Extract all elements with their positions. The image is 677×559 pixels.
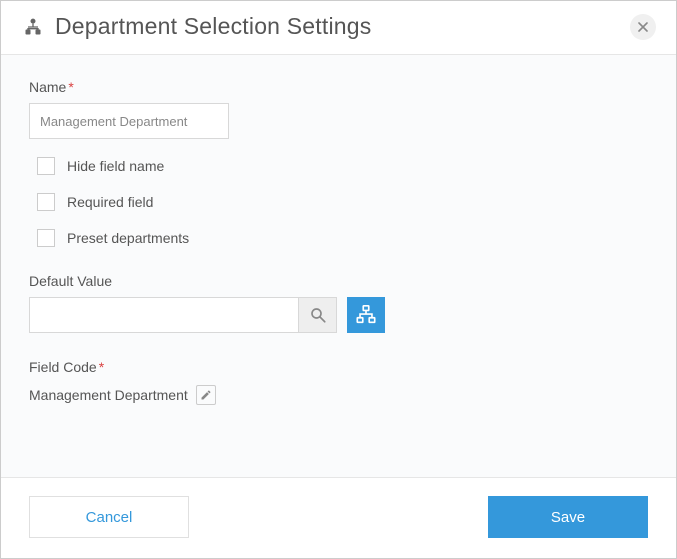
hide-field-label: Hide field name xyxy=(67,158,164,174)
checkbox-row-preset: Preset departments xyxy=(37,229,648,247)
dialog-header: Department Selection Settings xyxy=(1,1,676,55)
dialog: Department Selection Settings Name* Hide… xyxy=(0,0,677,559)
checkbox-row-required: Required field xyxy=(37,193,648,211)
preset-checkbox[interactable] xyxy=(37,229,55,247)
field-code-label: Field Code* xyxy=(29,359,648,375)
name-label: Name* xyxy=(29,79,648,95)
search-icon xyxy=(309,306,327,324)
cancel-button[interactable]: Cancel xyxy=(29,496,189,538)
org-chart-icon xyxy=(355,304,377,326)
field-code-row: Management Department xyxy=(29,385,648,405)
default-value-search-button[interactable] xyxy=(299,297,337,333)
default-value-row xyxy=(29,297,648,333)
hide-field-checkbox[interactable] xyxy=(37,157,55,175)
name-input[interactable] xyxy=(29,103,229,139)
field-code-value: Management Department xyxy=(29,387,188,403)
required-label: Required field xyxy=(67,194,153,210)
dialog-body: Name* Hide field name Required field Pre… xyxy=(1,55,676,477)
checkbox-row-hide-field: Hide field name xyxy=(37,157,648,175)
dialog-title: Department Selection Settings xyxy=(55,13,630,40)
default-value-input[interactable] xyxy=(29,297,299,333)
pencil-icon xyxy=(200,389,212,401)
dialog-footer: Cancel Save xyxy=(1,477,676,558)
close-icon xyxy=(638,22,648,32)
required-checkbox[interactable] xyxy=(37,193,55,211)
org-picker-button[interactable] xyxy=(347,297,385,333)
close-button[interactable] xyxy=(630,14,656,40)
preset-label: Preset departments xyxy=(67,230,189,246)
default-value-label: Default Value xyxy=(29,273,648,289)
save-button[interactable]: Save xyxy=(488,496,648,538)
org-tree-icon xyxy=(21,15,45,39)
edit-field-code-button[interactable] xyxy=(196,385,216,405)
